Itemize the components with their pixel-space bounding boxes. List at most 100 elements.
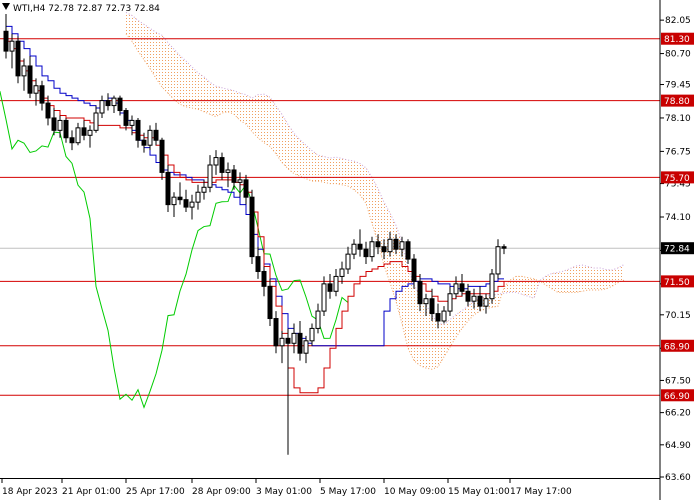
price-tick-label: 66.20 bbox=[665, 409, 691, 419]
candle-body bbox=[495, 246, 501, 275]
candle bbox=[441, 306, 447, 324]
candle-body bbox=[261, 270, 267, 287]
candle-body bbox=[399, 241, 405, 250]
time-tick-label: 21 Apr 01:00 bbox=[62, 487, 121, 497]
candle-body bbox=[195, 191, 201, 203]
candle bbox=[501, 244, 507, 255]
candle-body bbox=[99, 100, 105, 114]
candle bbox=[495, 239, 501, 279]
candle-body bbox=[69, 137, 75, 144]
candle bbox=[465, 283, 471, 307]
candle-body bbox=[123, 110, 129, 126]
candle-body bbox=[3, 30, 9, 52]
price-tick-label: 63.60 bbox=[665, 473, 691, 483]
candle-body bbox=[285, 337, 291, 344]
candle bbox=[195, 184, 201, 210]
candle-body bbox=[153, 129, 159, 141]
candle bbox=[351, 239, 357, 260]
candle-body bbox=[501, 246, 507, 249]
candle-body bbox=[411, 258, 417, 282]
candle bbox=[279, 330, 285, 364]
candle-body bbox=[27, 65, 33, 94]
candle-body bbox=[111, 97, 117, 107]
price-tick-label: 79.45 bbox=[665, 81, 691, 91]
candle bbox=[81, 120, 87, 141]
price-tick-label: 78.10 bbox=[665, 114, 691, 124]
candle-body bbox=[105, 100, 111, 107]
candle-body bbox=[237, 179, 243, 183]
price-tick-label: 74.10 bbox=[665, 213, 691, 223]
candle bbox=[183, 189, 189, 213]
candle-body bbox=[417, 280, 423, 305]
candle bbox=[207, 155, 213, 193]
candle bbox=[405, 239, 411, 265]
candle bbox=[99, 95, 105, 118]
price-chart: 82.0580.7079.4578.1076.7575.4574.1072.75… bbox=[0, 0, 694, 500]
candle bbox=[303, 335, 309, 364]
candle bbox=[153, 122, 159, 146]
price-tick-label: 82.05 bbox=[665, 16, 691, 26]
candle bbox=[459, 273, 465, 297]
candle-body bbox=[345, 253, 351, 270]
candle-body bbox=[231, 169, 237, 183]
candle bbox=[453, 276, 459, 299]
candle-body bbox=[435, 313, 441, 322]
chart-root: 82.0580.7079.4578.1076.7575.4574.1072.75… bbox=[0, 0, 700, 500]
ichimoku-cloud bbox=[125, 12, 625, 370]
candle bbox=[273, 311, 279, 354]
candle bbox=[69, 130, 75, 151]
candle bbox=[147, 125, 153, 151]
time-tick-label: 28 Apr 09:00 bbox=[192, 487, 251, 497]
candle-body bbox=[471, 295, 477, 302]
price-tick-label: 67.50 bbox=[665, 376, 691, 386]
candle-body bbox=[33, 85, 39, 94]
candle bbox=[249, 189, 255, 265]
time-tick-label: 18 Apr 2023 bbox=[2, 487, 58, 497]
candle bbox=[447, 286, 453, 317]
candle bbox=[171, 192, 177, 217]
candle-body bbox=[333, 275, 339, 292]
current-price-label: 72.84 bbox=[664, 245, 690, 255]
candle-body bbox=[45, 102, 51, 119]
candle-body bbox=[159, 139, 165, 173]
candle bbox=[261, 266, 267, 297]
candle-body bbox=[375, 241, 381, 248]
candle-body bbox=[327, 283, 333, 292]
candle-body bbox=[297, 332, 303, 354]
level-badge-label: 66.90 bbox=[664, 392, 690, 402]
horizontal-levels bbox=[0, 38, 660, 396]
chart-title: WTI,H4 72.78 72.87 72.73 72.84 bbox=[13, 4, 160, 14]
candle-body bbox=[441, 310, 447, 322]
time-tick-label: 15 May 01:00 bbox=[448, 487, 510, 497]
candle-body bbox=[279, 337, 285, 347]
candle-body bbox=[213, 157, 219, 166]
candle bbox=[105, 93, 111, 111]
candle-body bbox=[483, 298, 489, 307]
candle bbox=[3, 13, 9, 59]
candle bbox=[255, 246, 261, 279]
candle bbox=[489, 269, 495, 304]
candle bbox=[345, 246, 351, 274]
candle-body bbox=[477, 295, 483, 307]
candle bbox=[333, 269, 339, 297]
candle-body bbox=[81, 127, 87, 136]
candle bbox=[243, 174, 249, 205]
candle-body bbox=[453, 283, 459, 295]
collapse-arrow-icon[interactable] bbox=[2, 3, 10, 10]
candle bbox=[219, 152, 225, 180]
candle-body bbox=[489, 273, 495, 300]
candle-body bbox=[255, 256, 261, 272]
candle-body bbox=[315, 310, 321, 329]
candle bbox=[123, 108, 129, 131]
candle-body bbox=[189, 201, 195, 208]
candle bbox=[51, 108, 57, 136]
time-tick-label: 25 Apr 17:00 bbox=[126, 487, 185, 497]
candle-body bbox=[357, 243, 363, 250]
time-axis: 18 Apr 2023 21 Apr 01:00 25 Apr 17:00 28 Ap… bbox=[1, 478, 572, 497]
candle-body bbox=[465, 290, 471, 302]
price-tick-label: 76.75 bbox=[665, 147, 691, 157]
candle-body bbox=[87, 129, 93, 136]
candle-body bbox=[273, 318, 279, 347]
candle-body bbox=[63, 119, 69, 139]
candle bbox=[135, 117, 141, 148]
